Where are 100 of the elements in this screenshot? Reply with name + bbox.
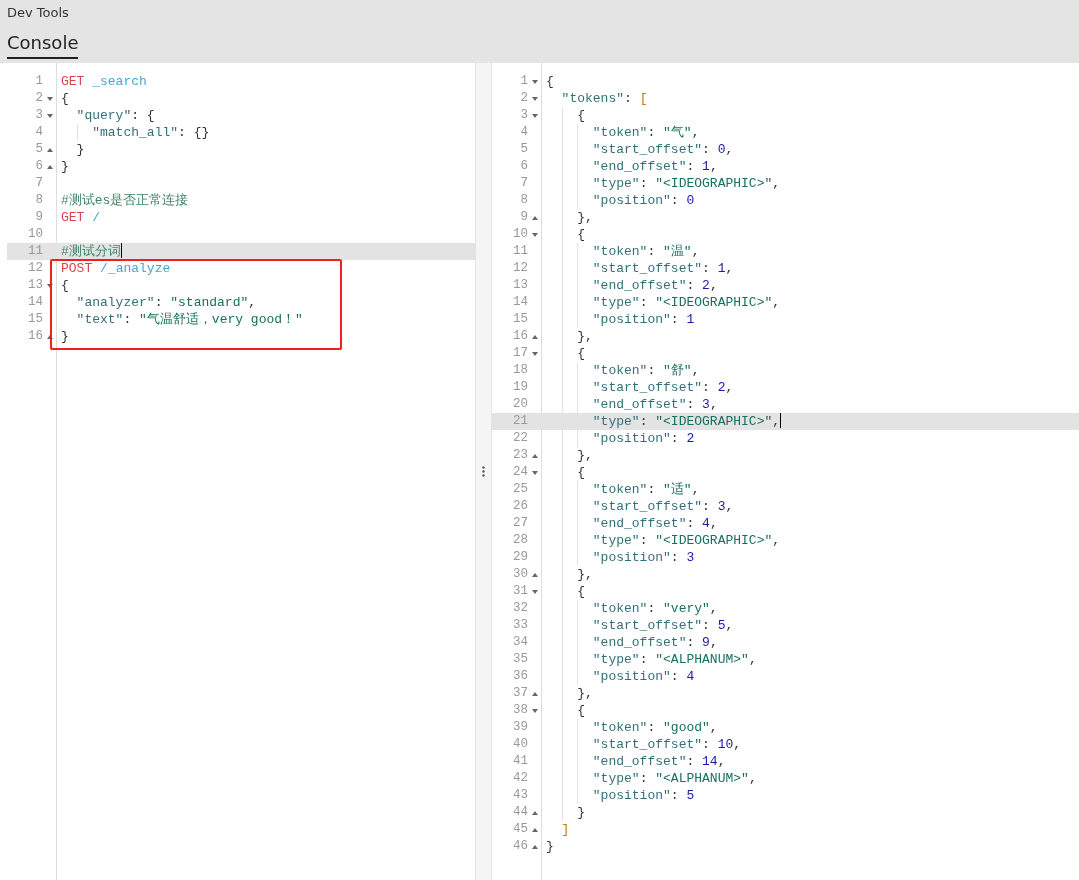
- fold-up-icon[interactable]: [531, 453, 538, 458]
- line-number: 13: [28, 277, 43, 294]
- line-number: 18: [513, 362, 528, 379]
- line-number: 10: [513, 226, 528, 243]
- line-number: 8: [35, 192, 43, 209]
- code-line: GET /: [61, 210, 101, 225]
- line-number: 31: [513, 583, 528, 600]
- line-number: 33: [513, 617, 528, 634]
- line-number: 39: [513, 719, 528, 736]
- line-number: 12: [28, 260, 43, 277]
- code-line: "query": {: [76, 108, 155, 123]
- code-line: },: [577, 448, 593, 463]
- code-line: "match_all": {}: [92, 125, 210, 140]
- line-number: 5: [35, 141, 43, 158]
- code-line: "type": "<IDEOGRAPHIC>",: [592, 533, 781, 548]
- text-cursor: [120, 243, 122, 258]
- line-number: 43: [513, 787, 528, 804]
- code-line: {: [577, 108, 586, 123]
- code-line: "position": 3: [592, 550, 695, 565]
- fold-down-icon[interactable]: [46, 96, 53, 101]
- line-number: 41: [513, 753, 528, 770]
- line-number: 12: [513, 260, 528, 277]
- code-line: #测试es是否正常连接: [61, 193, 189, 208]
- line-number: 13: [513, 277, 528, 294]
- fold-up-icon[interactable]: [46, 147, 53, 152]
- fold-down-icon[interactable]: [531, 232, 538, 237]
- line-number: 6: [35, 158, 43, 175]
- fold-up-icon[interactable]: [531, 810, 538, 815]
- fold-down-icon[interactable]: [531, 79, 538, 84]
- code-line: }: [61, 329, 69, 344]
- code-line: "position": 0: [592, 193, 695, 208]
- fold-down-icon[interactable]: [531, 113, 538, 118]
- fold-down-icon[interactable]: [531, 708, 538, 713]
- fold-up-icon[interactable]: [46, 334, 53, 339]
- line-number: 40: [513, 736, 528, 753]
- code-line: "type": "<ALPHANUM>",: [592, 652, 757, 667]
- code-line: },: [577, 210, 593, 225]
- code-line: }: [61, 159, 69, 174]
- line-number: 44: [513, 804, 528, 821]
- code-line: POST /_analyze: [61, 261, 171, 276]
- line-number: 32: [513, 600, 528, 617]
- resize-handle-icon[interactable]: [482, 466, 485, 477]
- line-number: 9: [520, 209, 528, 226]
- line-number: 42: [513, 770, 528, 787]
- fold-up-icon[interactable]: [531, 334, 538, 339]
- code-line: "token": "good",: [592, 720, 718, 735]
- line-number: 4: [35, 124, 43, 141]
- line-number: 3: [520, 107, 528, 124]
- line-number: 10: [28, 226, 43, 243]
- fold-down-icon[interactable]: [46, 283, 53, 288]
- line-number: 19: [513, 379, 528, 396]
- code-line: #测试分词: [61, 244, 121, 259]
- fold-down-icon[interactable]: [531, 351, 538, 356]
- fold-down-icon[interactable]: [46, 113, 53, 118]
- code-line: "type": "<IDEOGRAPHIC>",: [592, 295, 781, 310]
- code-line: "end_offset": 1,: [592, 159, 718, 174]
- line-number: 4: [520, 124, 528, 141]
- line-number: 1: [520, 73, 528, 90]
- code-line: "token": "温",: [592, 244, 700, 259]
- fold-up-icon[interactable]: [531, 215, 538, 220]
- line-number: 16: [513, 328, 528, 345]
- code-line: {: [577, 703, 586, 718]
- code-line: }: [546, 839, 554, 854]
- line-number: 35: [513, 651, 528, 668]
- line-number: 21: [513, 413, 528, 430]
- fold-up-icon[interactable]: [531, 827, 538, 832]
- line-number: 45: [513, 821, 528, 838]
- code-line: "end_offset": 4,: [592, 516, 718, 531]
- line-number: 11: [513, 243, 528, 260]
- line-number: 36: [513, 668, 528, 685]
- code-line: "text": "气温舒适，very good！": [76, 312, 303, 327]
- line-number: 7: [35, 175, 43, 192]
- code-line: {: [577, 465, 586, 480]
- line-number: 14: [513, 294, 528, 311]
- line-number: 5: [520, 141, 528, 158]
- fold-up-icon[interactable]: [531, 691, 538, 696]
- line-number: 46: [513, 838, 528, 855]
- line-number: 11: [28, 243, 43, 260]
- code-line: "token": "气",: [592, 125, 700, 140]
- fold-down-icon[interactable]: [531, 96, 538, 101]
- line-number: 15: [28, 311, 43, 328]
- fold-down-icon[interactable]: [531, 589, 538, 594]
- fold-up-icon[interactable]: [46, 164, 53, 169]
- code-line: "end_offset": 3,: [592, 397, 718, 412]
- console-tab[interactable]: Console: [7, 28, 79, 59]
- fold-up-icon[interactable]: [531, 572, 538, 577]
- code-line: "start_offset": 5,: [592, 618, 734, 633]
- fold-up-icon[interactable]: [531, 844, 538, 849]
- code-line: "start_offset": 0,: [592, 142, 734, 157]
- fold-down-icon[interactable]: [531, 470, 538, 475]
- line-number: 16: [28, 328, 43, 345]
- line-number: 2: [520, 90, 528, 107]
- code-line: {: [577, 227, 586, 242]
- line-number: 37: [513, 685, 528, 702]
- line-number: 34: [513, 634, 528, 651]
- line-number: 25: [513, 481, 528, 498]
- line-number: 2: [35, 90, 43, 107]
- line-number: 29: [513, 549, 528, 566]
- code-line: "position": 1: [592, 312, 695, 327]
- code-line: },: [577, 686, 593, 701]
